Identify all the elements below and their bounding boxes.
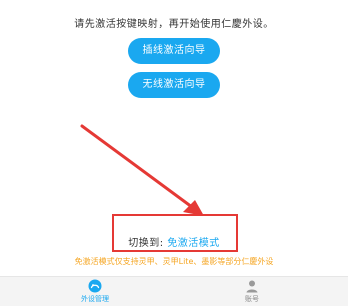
wireless-activation-button[interactable]: 无线激活向导 [128, 72, 220, 98]
switch-mode-label: 切换到: [128, 238, 164, 249]
app-page: 请先激活按键映射，再开始使用仁慶外设。 插线激活向导 无线激活向导 切换到: 免… [0, 0, 348, 306]
bottom-tab-bar: 外设管理 账号 [0, 276, 348, 306]
user-icon [246, 280, 258, 293]
switch-mode-row: 切换到: 免激活模式 [0, 234, 348, 249]
tab-account[interactable]: 账号 [212, 279, 292, 304]
tab-device-management-label: 外设管理 [81, 295, 109, 303]
peripheral-icon [88, 279, 102, 293]
wired-activation-button[interactable]: 插线激活向导 [128, 38, 220, 64]
activation-free-mode-link[interactable]: 免激活模式 [167, 238, 220, 249]
tab-device-management[interactable]: 外设管理 [55, 279, 135, 304]
activation-free-warning: 免激活模式仅支持灵甲、灵甲Lite、墨影等部分仁慶外设 [74, 257, 274, 266]
activation-instruction: 请先激活按键映射，再开始使用仁慶外设。 [74, 19, 274, 30]
tab-account-label: 账号 [245, 295, 259, 303]
